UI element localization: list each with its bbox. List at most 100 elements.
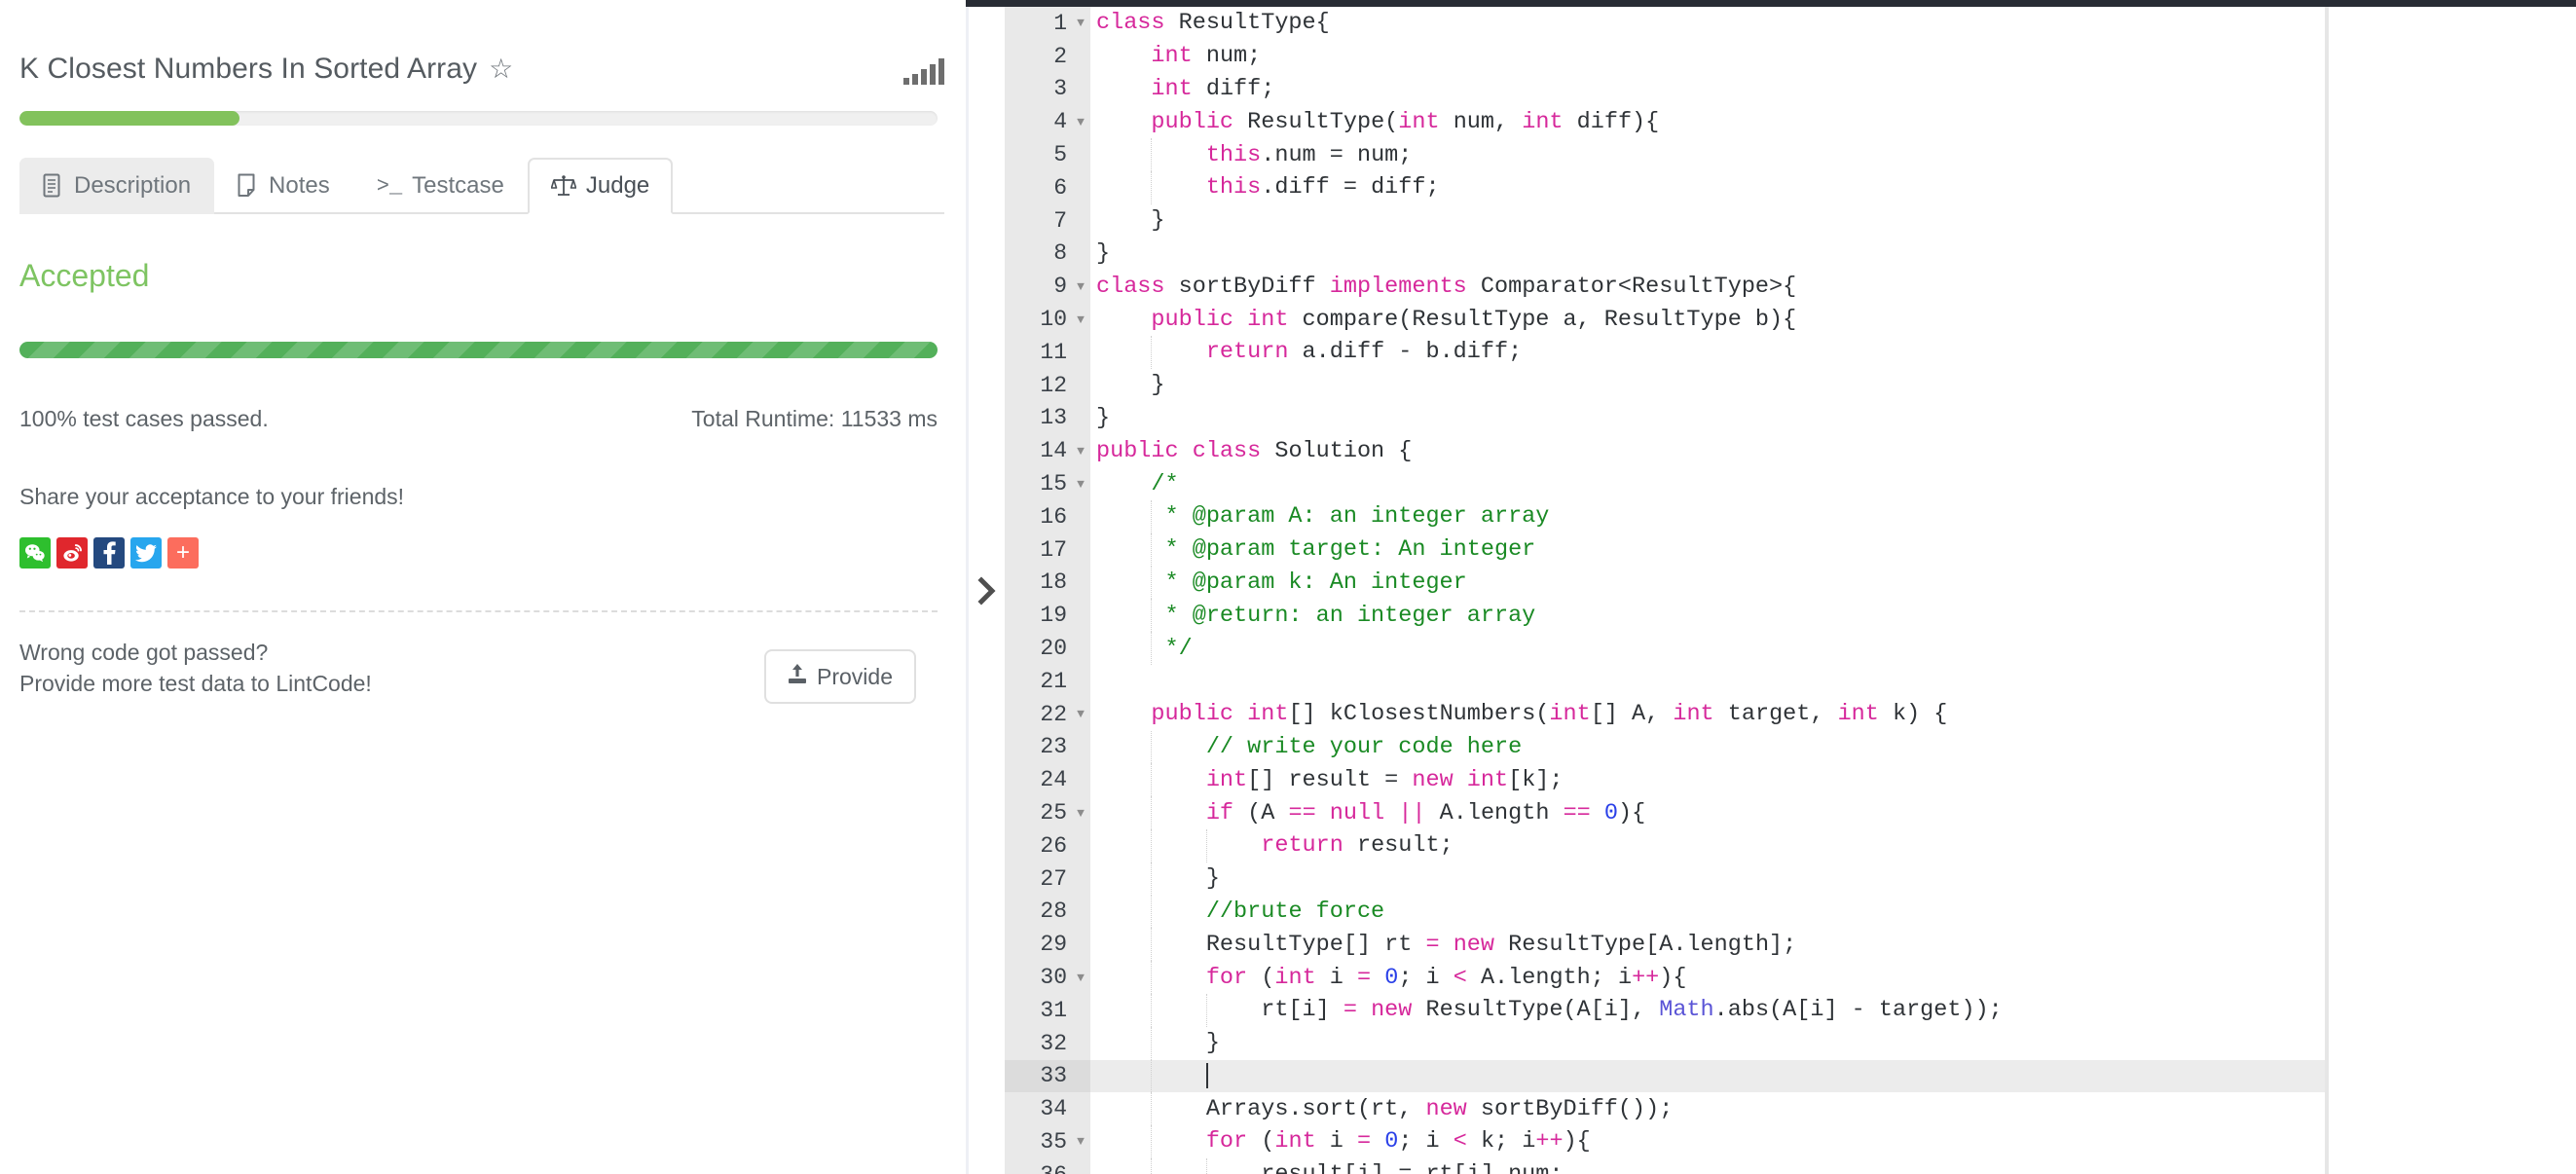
fold-toggle-icon[interactable]: ▼ xyxy=(1071,434,1090,468)
indent-guide xyxy=(1151,532,1153,567)
code-token: a.diff - b.diff; xyxy=(1288,339,1523,366)
code-token: } xyxy=(1096,372,1165,399)
code-token: .num = num; xyxy=(1261,141,1413,168)
provide-button[interactable]: Provide xyxy=(764,649,916,704)
indent-guide xyxy=(1151,335,1153,369)
code-token: (A xyxy=(1233,799,1289,826)
code-line[interactable]: 3 int diff; xyxy=(1005,72,2325,106)
line-number: 32 xyxy=(1005,1026,1071,1060)
code-line[interactable]: 23 // write your code here xyxy=(1005,730,2325,764)
facebook-share-icon[interactable] xyxy=(93,537,125,569)
code-token: public int xyxy=(1151,701,1289,728)
code-line[interactable]: 9 ▼ class sortByDiff implements Comparator… xyxy=(1005,270,2325,304)
star-outline-icon[interactable]: ☆ xyxy=(489,55,513,83)
fold-toggle-icon[interactable]: ▼ xyxy=(1071,7,1090,40)
code-token: int xyxy=(1673,701,1714,728)
code-line[interactable]: 29 ResultType[] rt = new ResultType[A.le… xyxy=(1005,928,2325,962)
signal-bars-icon xyxy=(903,57,944,85)
tab-judge[interactable]: Judge xyxy=(527,158,674,214)
code-line[interactable]: 22 ▼ public int[] kClosestNumbers(int[] A… xyxy=(1005,697,2325,731)
code-token: int xyxy=(1151,43,1193,70)
code-line[interactable]: 20 */ xyxy=(1005,632,2325,665)
code-line[interactable]: 19 * @return: an integer array xyxy=(1005,599,2325,633)
code-token: int xyxy=(1274,964,1316,991)
code-line[interactable]: 1 ▼ class ResultType{ xyxy=(1005,7,2325,40)
fold-toggle-icon[interactable]: ▼ xyxy=(1071,961,1090,994)
code-line[interactable]: 5 this .num = num; xyxy=(1005,138,2325,171)
code-line-text: this .num = num; xyxy=(1090,138,2325,171)
fold-toggle-icon[interactable]: ▼ xyxy=(1071,270,1090,304)
panel-splitter[interactable] xyxy=(966,7,1005,1174)
indent-guide xyxy=(1151,993,1153,1027)
code-token: } xyxy=(1096,404,1111,431)
code-line[interactable]: 6 this .diff = diff; xyxy=(1005,170,2325,204)
fold-toggle-icon[interactable]: ▼ xyxy=(1071,467,1090,500)
code-line-text: } xyxy=(1090,369,2325,402)
fold-spacer xyxy=(1071,928,1090,962)
code-line[interactable]: 17 * @param target: An integer xyxy=(1005,532,2325,567)
code-line-text: } xyxy=(1090,204,2325,238)
code-line[interactable]: 32 } xyxy=(1005,1026,2325,1060)
weibo-share-icon[interactable] xyxy=(56,537,88,569)
code-editor[interactable]: 1 ▼ class ResultType{2 int num; 3 int diff;… xyxy=(1005,7,2325,1174)
line-number: 30 xyxy=(1005,961,1071,994)
code-token: result[i] = rt[i].num; xyxy=(1096,1161,1563,1174)
twitter-share-icon[interactable] xyxy=(130,537,162,569)
code-line[interactable]: 2 int num; xyxy=(1005,39,2325,73)
code-line-text: int num; xyxy=(1090,40,2325,73)
code-line[interactable]: 28 //brute force xyxy=(1005,895,2325,929)
code-line[interactable]: 4 ▼ public ResultType(int num, int diff){ xyxy=(1005,105,2325,139)
code-line[interactable]: 13} xyxy=(1005,401,2325,435)
code-line[interactable]: 26 return result; xyxy=(1005,828,2325,862)
code-line[interactable]: 31 rt[i] = new ResultType(A[i], Math .abs… xyxy=(1005,993,2325,1027)
more-share-icon[interactable]: + xyxy=(167,537,199,569)
code-line-text: //brute force xyxy=(1090,895,2325,929)
text-cursor xyxy=(1205,1063,1208,1089)
code-line[interactable]: 12 } xyxy=(1005,368,2325,402)
tab-description[interactable]: Description xyxy=(19,158,215,214)
code-line[interactable]: 8} xyxy=(1005,237,2325,271)
fold-toggle-icon[interactable]: ▼ xyxy=(1071,1125,1090,1158)
code-token: ; i xyxy=(1398,1128,1454,1156)
tab-testcase[interactable]: >_ Testcase xyxy=(353,158,528,214)
code-line[interactable]: 21 xyxy=(1005,664,2325,698)
fold-toggle-icon[interactable]: ▼ xyxy=(1071,105,1090,139)
code-token: 0 xyxy=(1603,799,1619,826)
code-line[interactable]: 18 * @param k: An integer xyxy=(1005,566,2325,600)
code-line[interactable]: 15 ▼ /* xyxy=(1005,467,2325,500)
fold-toggle-icon[interactable]: ▼ xyxy=(1071,796,1090,829)
code-line[interactable]: 10 ▼ public int compare(ResultType a, Res… xyxy=(1005,303,2325,336)
code-line-text: int[] result = new int [k]; xyxy=(1090,763,2325,797)
code-token: k) { xyxy=(1878,701,1948,728)
code-token: [k]; xyxy=(1508,766,1564,793)
code-line[interactable]: 7 } xyxy=(1005,203,2325,238)
fold-toggle-icon[interactable]: ▼ xyxy=(1071,303,1090,336)
code-token: = xyxy=(1425,931,1440,958)
fold-spacer xyxy=(1071,532,1090,567)
code-line-text xyxy=(1090,1059,2325,1093)
code-line[interactable]: 33 xyxy=(1005,1059,2325,1093)
code-line[interactable]: 35 ▼ for (int i = 0; i < k; i ++){ xyxy=(1005,1125,2325,1158)
code-line[interactable]: 36 result[i] = rt[i].num; xyxy=(1005,1157,2325,1174)
code-token: new int xyxy=(1412,766,1509,793)
fold-toggle-icon[interactable]: ▼ xyxy=(1071,697,1090,731)
code-line[interactable]: 27 } xyxy=(1005,862,2325,896)
chevron-right-icon[interactable] xyxy=(975,574,999,607)
line-number: 27 xyxy=(1005,862,1071,896)
code-line[interactable]: 14 ▼ public class Solution { xyxy=(1005,434,2325,468)
code-line[interactable]: 24 int[] result = new int [k]; xyxy=(1005,763,2325,797)
code-line[interactable]: 11 return a.diff - b.diff; xyxy=(1005,335,2325,369)
wechat-share-icon[interactable] xyxy=(19,537,51,569)
code-line[interactable]: 16 * @param A: an integer array xyxy=(1005,499,2325,533)
line-number: 5 xyxy=(1005,138,1071,171)
tab-label: Testcase xyxy=(412,172,504,199)
code-line[interactable]: 34 Arrays.sort(rt, new sortByDiff()); xyxy=(1005,1092,2325,1126)
code-line-text: return result; xyxy=(1090,828,2325,862)
code-token: public int xyxy=(1151,306,1289,333)
tab-notes[interactable]: Notes xyxy=(214,158,353,214)
code-line[interactable]: 25 ▼ if (A == null || A.length == 0){ xyxy=(1005,796,2325,829)
code-line[interactable]: 30 ▼ for (int i = 0; i < A.length; i ++){ xyxy=(1005,961,2325,994)
